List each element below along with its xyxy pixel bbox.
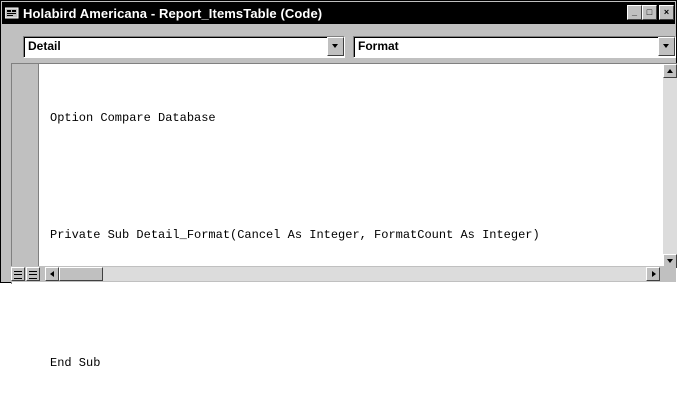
minimize-icon: _: [631, 7, 637, 17]
code-line[interactable]: Option Compare Database: [50, 108, 540, 128]
procedure-combo-dropdown-button[interactable]: [658, 37, 675, 56]
object-combo-value: Detail: [28, 39, 61, 53]
object-combo-dropdown-button[interactable]: [327, 37, 344, 56]
arrow-right-icon: [652, 271, 656, 277]
code-line[interactable]: Private Sub Detail_Format(Cancel As Inte…: [50, 225, 540, 245]
vertical-scrollbar[interactable]: [663, 64, 677, 268]
bottom-bar: [1, 266, 676, 282]
code-window: Holabird Americana - Report_ItemsTable (…: [0, 0, 677, 370]
close-button[interactable]: ×: [659, 5, 674, 20]
margin-indicator-bar[interactable]: [12, 64, 39, 268]
chevron-down-icon: [332, 44, 338, 48]
window-controls: _ □ ×: [627, 5, 674, 20]
minimize-button[interactable]: _: [627, 5, 642, 20]
arrow-left-icon: [50, 271, 54, 277]
scroll-right-button[interactable]: [646, 267, 660, 281]
arrow-down-icon: [667, 259, 673, 263]
close-icon: ×: [663, 7, 670, 17]
arrow-up-icon: [667, 69, 673, 73]
maximize-button[interactable]: □: [642, 5, 657, 20]
code-window-icon[interactable]: [4, 5, 20, 21]
chevron-down-icon: [663, 44, 669, 48]
horizontal-scrollbar[interactable]: [45, 267, 660, 281]
code-line[interactable]: End Sub: [50, 353, 540, 373]
code-editor[interactable]: Option Compare Database Private Sub Deta…: [50, 68, 540, 413]
scroll-left-button[interactable]: [45, 267, 59, 281]
full-module-view-icon: [29, 271, 37, 279]
procedure-combo[interactable]: Format: [353, 36, 676, 58]
code-pane[interactable]: Option Compare Database Private Sub Deta…: [11, 63, 677, 370]
scroll-up-button[interactable]: [663, 64, 677, 78]
procedure-view-icon: [14, 271, 22, 279]
horizontal-scroll-thumb[interactable]: [59, 267, 103, 281]
window-title: Holabird Americana - Report_ItemsTable (…: [23, 5, 323, 21]
procedure-combo-value: Format: [358, 39, 399, 53]
title-bar[interactable]: Holabird Americana - Report_ItemsTable (…: [2, 2, 675, 24]
full-module-view-button[interactable]: [26, 267, 40, 281]
maximize-icon: □: [646, 7, 653, 17]
procedure-view-button[interactable]: [11, 267, 25, 281]
object-combo[interactable]: Detail: [23, 36, 345, 58]
